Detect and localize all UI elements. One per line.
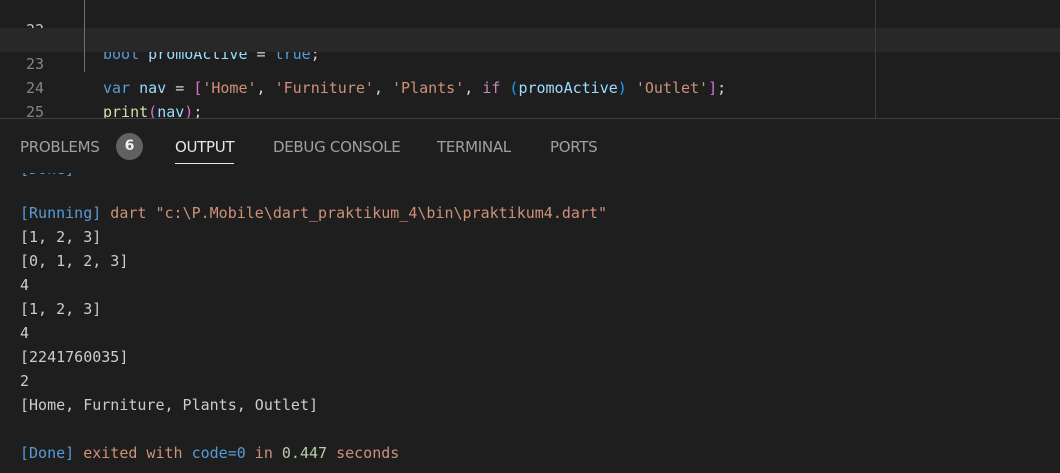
running-tag: [Running] <box>20 204 102 222</box>
code-editor[interactable]: 22 bool promoActive = true; 23 var nav =… <box>0 0 1060 118</box>
done-text: in <box>245 444 282 462</box>
done-text: exited with <box>74 444 192 462</box>
tab-label: TERMINAL <box>437 138 511 156</box>
output-line-clipped: [Done] <box>20 173 74 181</box>
output-line: [0, 1, 2, 3] <box>20 252 129 270</box>
output-view[interactable]: [Done] [Running] dart "c:\P.Mobile\dart_… <box>0 173 1060 473</box>
minimap-divider <box>875 0 876 118</box>
bottom-panel: PROBLEMS 6 OUTPUT DEBUG CONSOLE TERMINAL… <box>0 118 1060 472</box>
tab-label: PROBLEMS <box>20 138 100 156</box>
running-command: dart "c:\P.Mobile\dart_praktikum_4\bin\p… <box>101 204 608 222</box>
tab-debug-console[interactable]: DEBUG CONSOLE <box>273 136 401 164</box>
code-line-24[interactable]: 24 print(nav); <box>0 52 1060 118</box>
output-line: [1, 2, 3] <box>20 228 102 246</box>
tab-output[interactable]: OUTPUT <box>175 136 235 164</box>
output-line: [Home, Furniture, Plants, Outlet] <box>20 396 319 414</box>
code-line-25[interactable]: 25 } <box>0 76 1060 118</box>
indent-guide <box>84 0 85 72</box>
done-text: seconds <box>327 444 400 462</box>
output-line: 2 <box>20 372 30 390</box>
tab-problems[interactable]: PROBLEMS <box>20 136 100 164</box>
output-line: 4 <box>20 324 30 342</box>
tab-label: PORTS <box>550 138 598 156</box>
output-line: [2241760035] <box>20 348 129 366</box>
tab-label: OUTPUT <box>175 138 235 156</box>
done-tag: [Done] <box>20 444 75 462</box>
output-line: [1, 2, 3] <box>20 300 102 318</box>
code-line-26[interactable]: 26 <box>0 100 1060 118</box>
tab-label: DEBUG CONSOLE <box>273 138 401 156</box>
elapsed-seconds: 0.447 <box>281 444 328 462</box>
code-line-23[interactable]: 23 var nav = ['Home', 'Furniture', 'Plan… <box>0 28 1060 97</box>
output-line: 4 <box>20 276 30 294</box>
tab-ports[interactable]: PORTS <box>550 136 598 164</box>
code-line-22[interactable]: 22 bool promoActive = true; <box>0 0 1060 63</box>
output-done-line: [Done] exited with code=0 in 0.447 secon… <box>20 441 399 465</box>
panel-tab-bar: PROBLEMS 6 OUTPUT DEBUG CONSOLE TERMINAL… <box>0 119 1060 173</box>
exit-code: code=0 <box>191 444 246 462</box>
tab-terminal[interactable]: TERMINAL <box>437 136 511 164</box>
output-running-line: [Running] dart "c:\P.Mobile\dart_praktik… <box>20 201 607 225</box>
problems-count-badge: 6 <box>116 133 143 160</box>
